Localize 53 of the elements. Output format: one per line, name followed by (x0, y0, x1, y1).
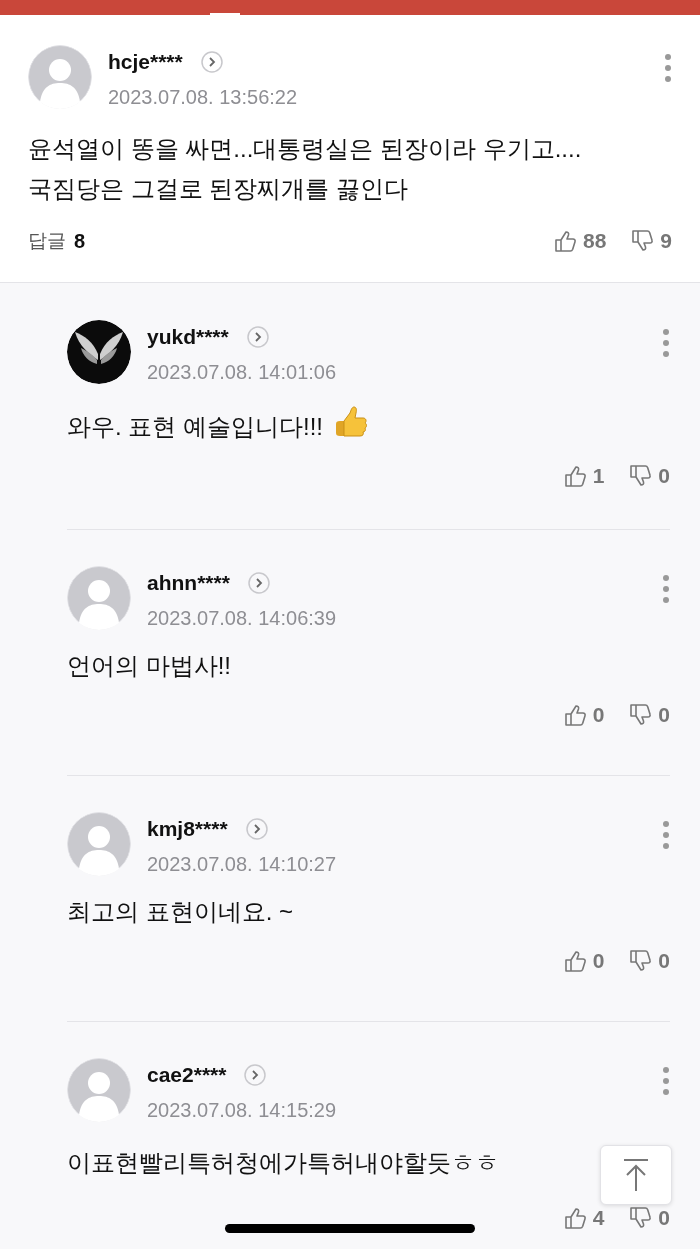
thumbs-down-icon (628, 702, 653, 727)
scroll-top-button[interactable] (600, 1145, 672, 1205)
like-button[interactable]: 4 (562, 1202, 605, 1234)
reply-text: 언어의 마법사!! (67, 652, 231, 679)
timestamp: 2023.07.08. 13:56:22 (108, 85, 299, 110)
profile-chevron-icon[interactable] (247, 572, 270, 594)
arrow-up-icon (622, 1158, 650, 1192)
avatar-icon (67, 812, 131, 876)
like-button[interactable]: 88 (552, 225, 607, 257)
more-options-icon[interactable] (662, 328, 670, 358)
profile-chevron-icon[interactable] (244, 1064, 267, 1086)
reply-count: 8 (74, 228, 86, 254)
dislike-button[interactable]: 0 (628, 945, 670, 977)
username: cae2**** (147, 1062, 227, 1088)
thumbs-up-icon (562, 1205, 587, 1230)
reply-text: 와우. 표현 예술입니다!!! (67, 413, 323, 440)
more-options-icon[interactable] (662, 1066, 670, 1096)
reply-label: 답글 (28, 228, 66, 253)
thumbs-down-icon (628, 948, 653, 973)
dislike-button[interactable]: 0 (628, 460, 670, 492)
timestamp: 2023.07.08. 14:06:39 (147, 606, 338, 631)
more-options-icon[interactable] (662, 574, 670, 604)
timestamp: 2023.07.08. 14:15:29 (147, 1098, 338, 1123)
dislike-button[interactable]: 0 (628, 1202, 670, 1234)
profile-chevron-icon[interactable] (200, 51, 223, 73)
reply-text: 최고의 표현이네요. ~ (67, 898, 294, 925)
reply-text: 이표현빨리특허청에가특허내야할듯ㅎㅎ (67, 1149, 499, 1176)
username: hcje**** (108, 49, 183, 75)
comment-text: 윤석열이 똥을 싸면...대통령실은 된장이라 우기고....국짐당은 그걸로 된장찌개를 끓인다 (28, 134, 583, 204)
username: yukd**** (147, 324, 229, 350)
dislike-button[interactable]: 9 (630, 225, 672, 257)
like-button[interactable]: 0 (562, 699, 605, 731)
like-button[interactable]: 1 (562, 460, 605, 492)
thumbs-up-icon (562, 702, 587, 727)
timestamp: 2023.07.08. 14:01:06 (147, 360, 338, 385)
avatar-icon (67, 566, 131, 630)
profile-chevron-icon[interactable] (246, 326, 269, 348)
thumbs-up-icon (562, 463, 587, 488)
thumbs-up-icon (552, 228, 577, 253)
more-options-icon[interactable] (664, 53, 672, 83)
timestamp: 2023.07.08. 14:10:27 (147, 852, 338, 877)
avatar-icon (28, 45, 92, 109)
avatar-icon (67, 1058, 131, 1122)
more-options-icon[interactable] (662, 820, 670, 850)
profile-chevron-icon[interactable] (245, 818, 268, 840)
thumbs-down-icon (628, 1205, 653, 1230)
username: kmj8**** (147, 816, 228, 842)
like-button[interactable]: 0 (562, 945, 605, 977)
username: ahnn**** (147, 570, 230, 596)
thumbs-down-icon (628, 463, 653, 488)
thumbs-up-icon (562, 948, 587, 973)
dislike-button[interactable]: 0 (628, 699, 670, 731)
thumbs-down-icon (630, 228, 655, 253)
